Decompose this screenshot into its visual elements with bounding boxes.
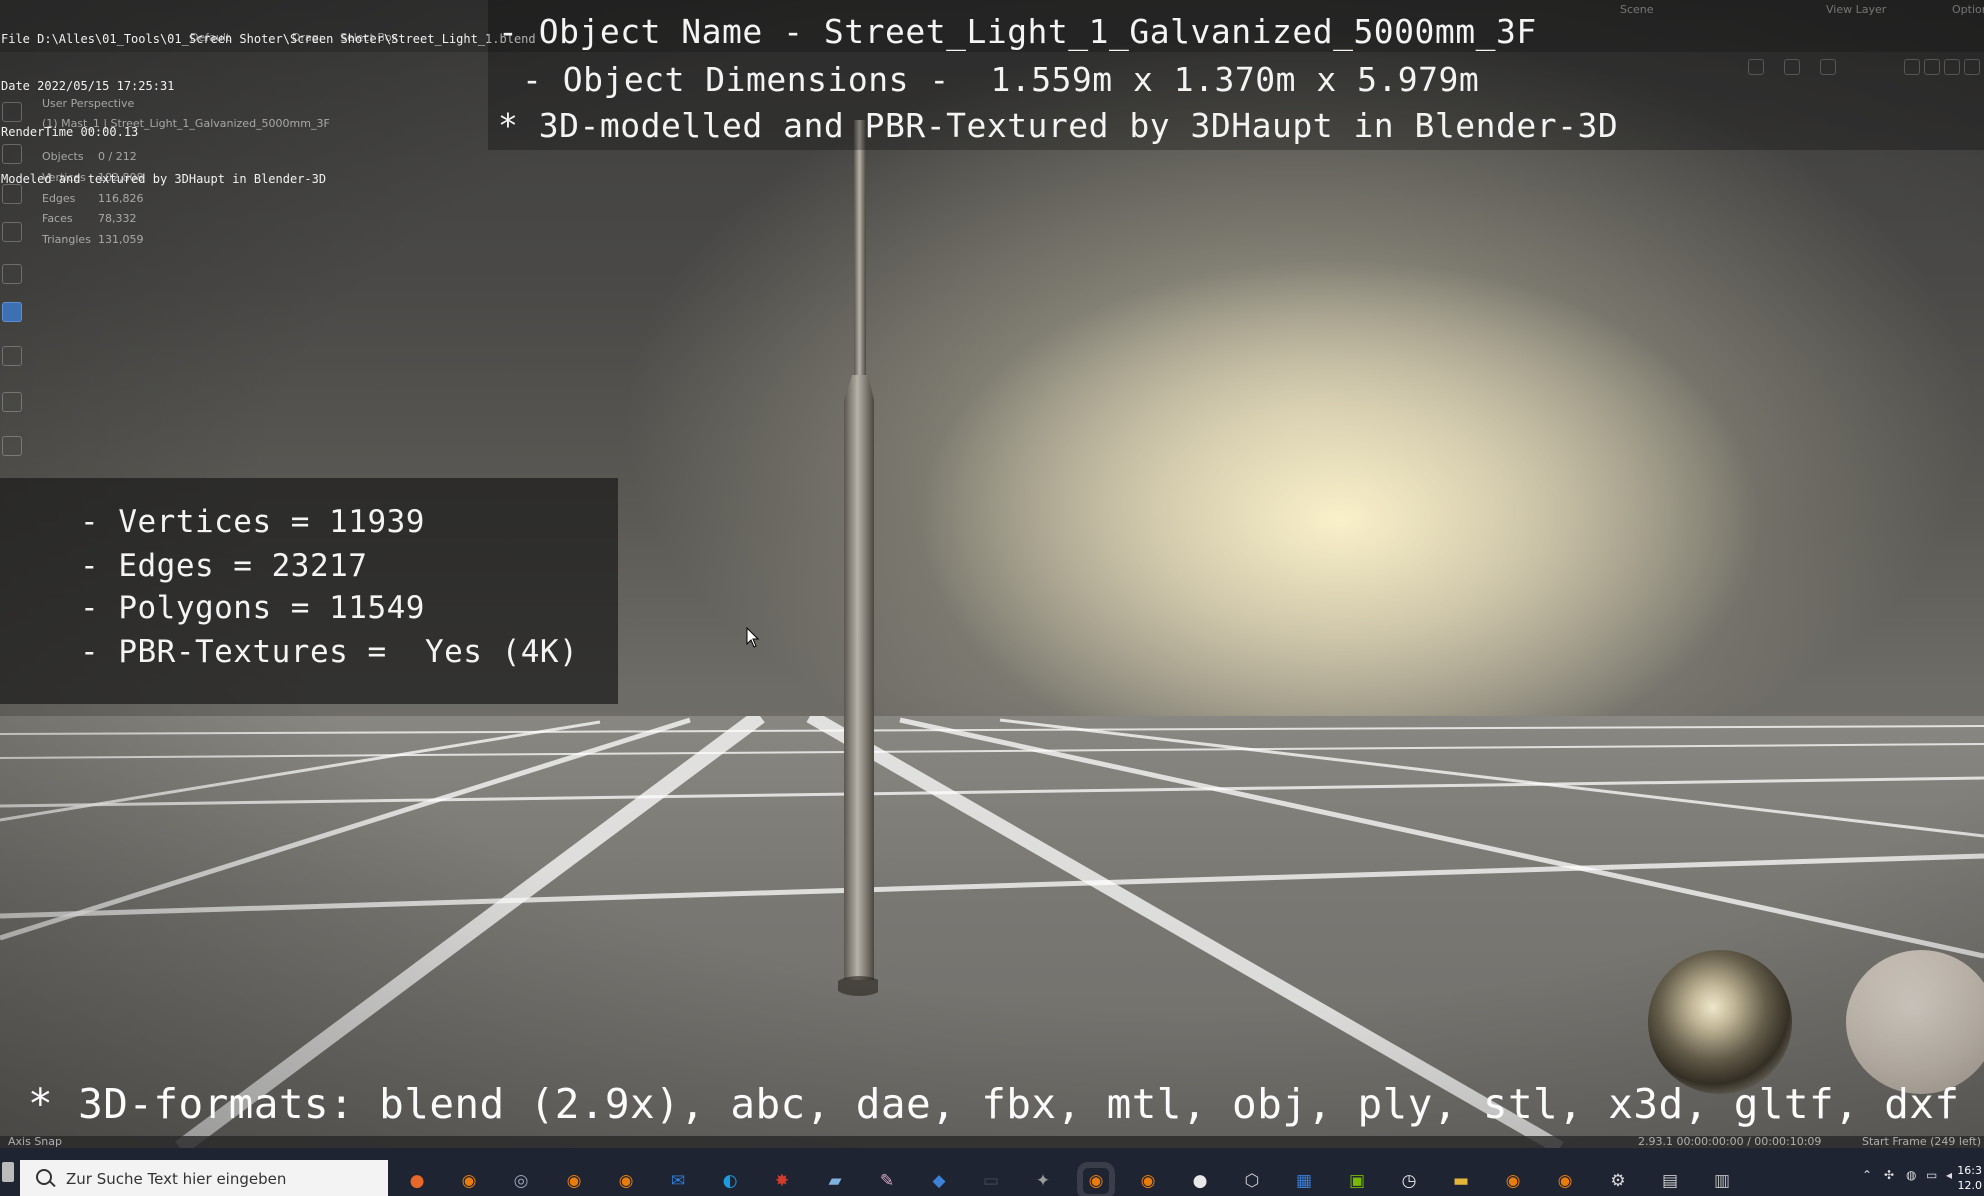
speaker-icon[interactable]: ◂ bbox=[1946, 1168, 1952, 1182]
scale-tool-icon[interactable] bbox=[2, 264, 22, 284]
panda-icon[interactable]: ● bbox=[1187, 1168, 1213, 1194]
stat-row-triangles: Triangles 131,059 bbox=[42, 230, 144, 251]
stat-value: 131,059 bbox=[98, 233, 144, 247]
mail-icon[interactable]: ✉ bbox=[665, 1168, 691, 1194]
shield-icon[interactable]: ◆ bbox=[926, 1168, 952, 1194]
stat-value: 102,808 bbox=[98, 170, 144, 184]
window-app-icon[interactable]: ▥ bbox=[1709, 1168, 1735, 1194]
measure-tool-icon[interactable] bbox=[2, 392, 22, 412]
active-object-label: (1) Mast_1 | Street_Light_1_Galvanized_5… bbox=[42, 117, 330, 130]
viewport-info: User Perspective (1) Mast_1 | Street_Lig… bbox=[42, 94, 330, 134]
edge-icon[interactable]: ◐ bbox=[717, 1168, 743, 1194]
select-box-dropdown[interactable]: Select Box bbox=[340, 31, 398, 44]
devices-icon[interactable]: ▤ bbox=[1657, 1168, 1683, 1194]
render-info-file: File D:\Alles\01_Tools\01_Screen Shoter\… bbox=[1, 32, 536, 46]
edges-count: - Edges = 23217 bbox=[80, 548, 368, 584]
blender-icon[interactable]: ◉ bbox=[1135, 1168, 1161, 1194]
move-tool-icon[interactable] bbox=[2, 184, 22, 204]
stat-key: Objects bbox=[42, 150, 84, 163]
annotate-tool-icon[interactable] bbox=[2, 346, 22, 366]
search-icon bbox=[36, 1169, 52, 1185]
blender-icon[interactable]: ◉ bbox=[1500, 1168, 1526, 1194]
status-axis-snap: Axis Snap bbox=[8, 1135, 62, 1148]
transform-tool-icon[interactable] bbox=[2, 302, 22, 322]
orientation-dropdown[interactable]: Default bbox=[190, 31, 230, 44]
blender-icon[interactable]: ◉ bbox=[561, 1168, 587, 1194]
steam-icon[interactable]: ◎ bbox=[508, 1168, 534, 1194]
terminal-icon[interactable]: ▭ bbox=[978, 1168, 1004, 1194]
mouse-cursor-icon bbox=[746, 627, 760, 648]
red-app-icon[interactable]: ✸ bbox=[769, 1168, 795, 1194]
clock-app-icon[interactable]: ◷ bbox=[1396, 1168, 1422, 1194]
folder-icon[interactable]: ▬ bbox=[1448, 1168, 1474, 1194]
tool-shelf bbox=[0, 96, 26, 476]
formats-line: * 3D-formats: blend (2.9x), abc, dae, fb… bbox=[28, 1080, 1960, 1128]
rotate-tool-icon[interactable] bbox=[2, 222, 22, 242]
stat-row-faces: Faces 78,332 bbox=[42, 209, 144, 230]
cursor-tool-icon[interactable] bbox=[2, 144, 22, 164]
stat-row-objects: Objects 0 / 212 bbox=[42, 147, 144, 168]
title-banner: - Object Name - Street_Light_1_Galvanize… bbox=[488, 0, 1984, 150]
taskbar-clock[interactable]: 16:3 12.0 bbox=[1957, 1163, 1982, 1193]
nvidia-icon[interactable]: ▣ bbox=[1344, 1168, 1370, 1194]
stat-row-edges: Edges 116,826 bbox=[42, 189, 144, 210]
status-version-time: 2.93.1 00:00:00:00 / 00:00:10:09 bbox=[1638, 1135, 1822, 1148]
clock-time: 16:3 bbox=[1957, 1164, 1982, 1177]
dragon-icon[interactable]: ✦ bbox=[1030, 1168, 1056, 1194]
credit-line: * 3D-modelled and PBR-Textured by 3DHaup… bbox=[498, 106, 1619, 145]
network-icon[interactable]: ✣ bbox=[1884, 1168, 1894, 1182]
add-cube-tool-icon[interactable] bbox=[2, 436, 22, 456]
tray-app-icon[interactable]: ◍ bbox=[1906, 1168, 1916, 1182]
clock-date: 12.0 bbox=[1957, 1179, 1983, 1192]
perspective-label: User Perspective bbox=[42, 97, 135, 110]
stat-value: 116,826 bbox=[98, 191, 144, 205]
drag-label: Drag: bbox=[292, 31, 323, 44]
mesh-stats-panel: - Vertices = 11939 - Edges = 23217 - Pol… bbox=[0, 478, 618, 704]
blender-icon[interactable]: ◉ bbox=[1552, 1168, 1578, 1194]
stat-value: 78,332 bbox=[98, 212, 137, 226]
blender-icon[interactable]: ◉ bbox=[456, 1168, 482, 1194]
material-preview-sphere-diffuse bbox=[1846, 950, 1984, 1094]
street-light-pole bbox=[838, 120, 878, 996]
blender-icon[interactable]: ◉ bbox=[613, 1168, 639, 1194]
paint-icon[interactable]: ✎ bbox=[874, 1168, 900, 1194]
stat-key: Edges bbox=[42, 191, 76, 205]
object-dimensions-line: - Object Dimensions - 1.559m x 1.370m x … bbox=[522, 60, 1480, 99]
calendar-icon[interactable]: ▦ bbox=[1291, 1168, 1317, 1194]
blender-icon[interactable]: ◉ bbox=[1083, 1168, 1109, 1194]
search-placeholder: Zur Suche Text hier eingeben bbox=[66, 1170, 287, 1188]
vertices-count: - Vertices = 11939 bbox=[80, 504, 425, 540]
chevron-up-icon[interactable]: ⌃ bbox=[1862, 1168, 1872, 1182]
object-name-line: - Object Name - Street_Light_1_Galvanize… bbox=[498, 12, 1537, 51]
render-info-date: Date 2022/05/15 17:25:31 bbox=[1, 78, 175, 93]
stat-value: 0 / 212 bbox=[98, 150, 137, 163]
stat-key: Faces bbox=[42, 212, 73, 226]
status-bar: Axis Snap 2.93.1 00:00:00:00 / 00:00:10:… bbox=[0, 1135, 1984, 1148]
settings-icon[interactable]: ⚙ bbox=[1605, 1168, 1631, 1194]
pbr-textures-info: - PBR-Textures = Yes (4K) bbox=[80, 634, 579, 670]
start-button[interactable] bbox=[2, 1162, 14, 1182]
material-preview-sphere bbox=[1648, 950, 1792, 1094]
scene-statistics: Objects 0 / 212 Vertices 102,808 Edges 116,… bbox=[42, 147, 144, 251]
notes-icon[interactable]: ▰ bbox=[822, 1168, 848, 1194]
stat-key: Vertices bbox=[42, 170, 86, 184]
status-frame: Start Frame (249 left) bbox=[1862, 1135, 1982, 1148]
stat-row-vertices: Vertices 102,808 bbox=[42, 168, 144, 189]
taskbar-search[interactable]: Zur Suche Text hier eingeben bbox=[20, 1160, 388, 1196]
select-tool-icon[interactable] bbox=[2, 102, 22, 122]
polygons-count: - Polygons = 11549 bbox=[80, 590, 425, 626]
stat-key: Triangles bbox=[42, 233, 91, 247]
cube-icon[interactable]: ⬡ bbox=[1239, 1168, 1265, 1194]
firefox-icon[interactable]: ● bbox=[404, 1168, 430, 1194]
battery-icon[interactable]: ▭ bbox=[1926, 1168, 1937, 1182]
